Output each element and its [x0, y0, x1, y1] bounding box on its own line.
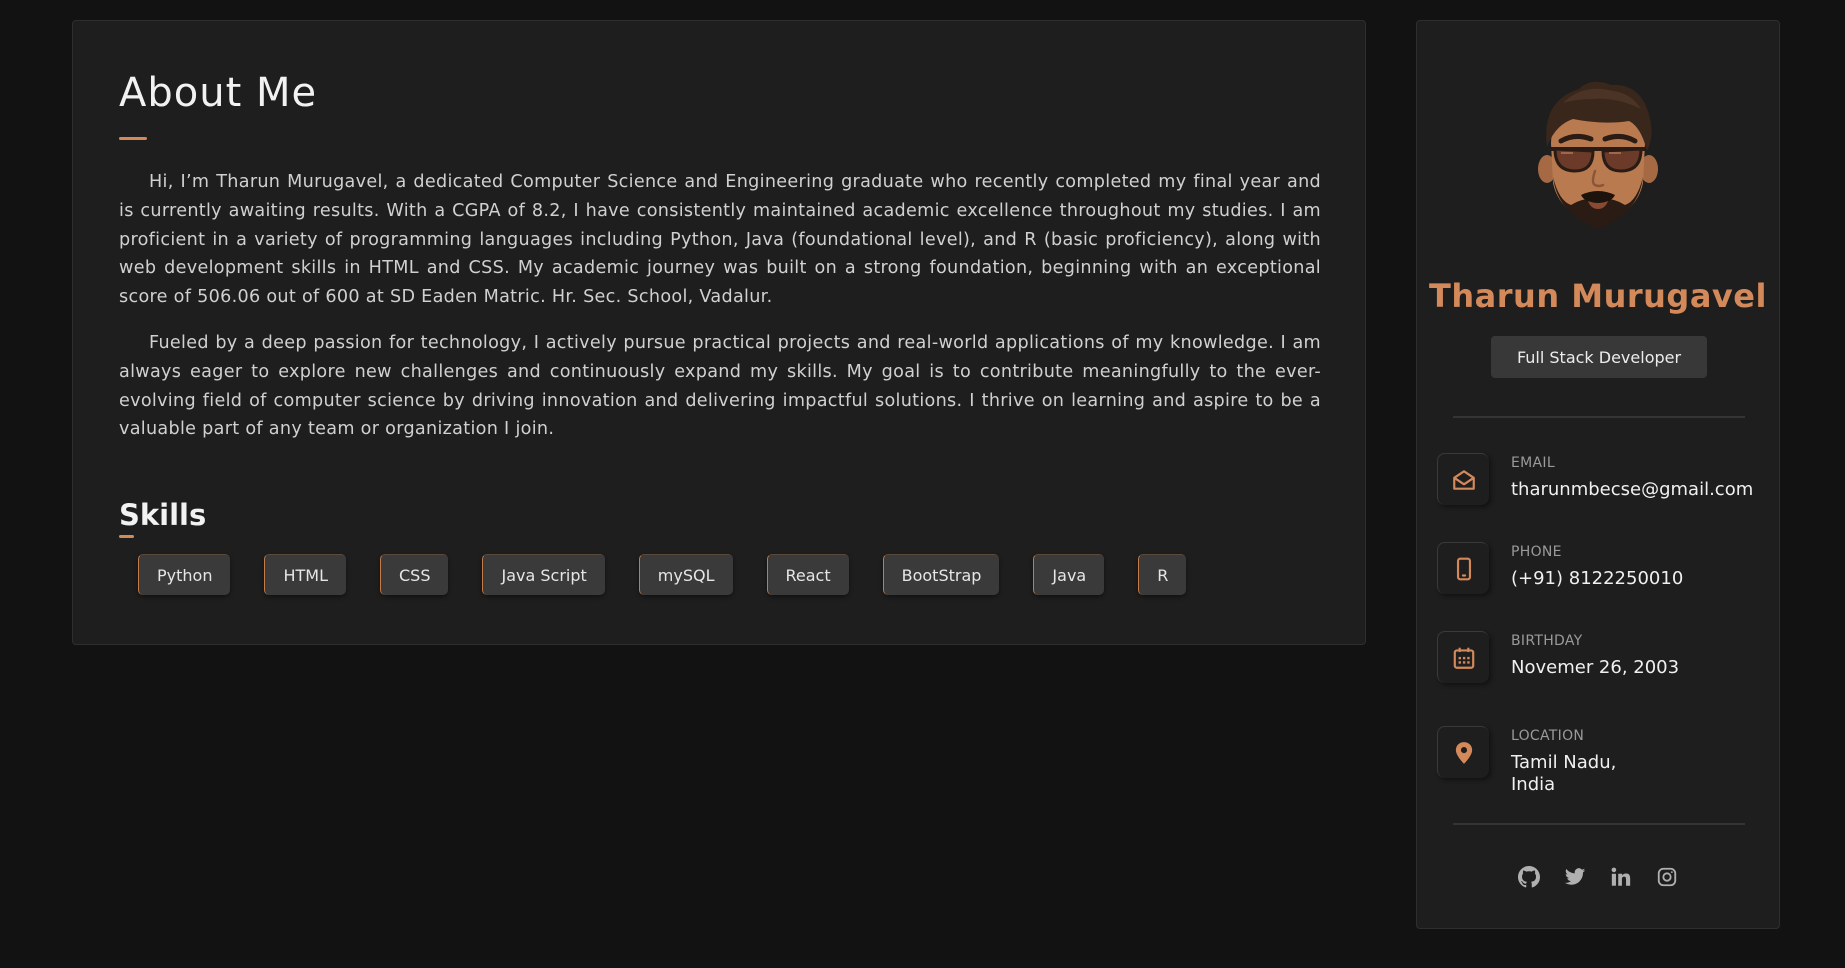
phone-link[interactable]: (+91) 8122250010: [1511, 568, 1771, 590]
divider: [1453, 823, 1745, 825]
instagram-icon[interactable]: [1655, 865, 1679, 889]
profile-sidebar: Tharun Murugavel Full Stack Developer Em…: [1416, 20, 1780, 929]
skill-tag: CSS: [380, 554, 449, 596]
contact-label: Phone: [1511, 544, 1562, 560]
skills-underline: [119, 535, 134, 539]
calendar-icon: [1437, 631, 1489, 683]
skills-title: Skills: [119, 498, 207, 533]
email-link[interactable]: tharunmbecse@gmail.com: [1511, 479, 1771, 501]
about-text: Hi, I’m Tharun Murugavel, a dedicated Co…: [119, 168, 1321, 444]
skill-tag: Java Script: [482, 554, 605, 596]
contact-label: Birthday: [1511, 633, 1583, 649]
linkedin-icon[interactable]: [1609, 865, 1633, 889]
github-icon[interactable]: [1517, 865, 1541, 889]
about-card: About Me Hi, I’m Tharun Murugavel, a ded…: [72, 20, 1366, 645]
twitter-icon[interactable]: [1563, 865, 1587, 889]
about-paragraph-1: Hi, I’m Tharun Murugavel, a dedicated Co…: [119, 172, 1321, 308]
skill-tag: BootStrap: [882, 554, 1000, 596]
page-title: About Me: [119, 70, 318, 116]
contact-value: Tamil Nadu, India: [1511, 752, 1617, 795]
contact-label: Location: [1511, 728, 1585, 744]
skill-tag: mySQL: [638, 554, 733, 596]
skill-tag: HTML: [264, 554, 346, 596]
phone-icon: [1437, 542, 1489, 594]
skill-tag: React: [766, 554, 849, 596]
title-underline: [119, 137, 147, 140]
contact-label: Email: [1511, 455, 1555, 471]
skill-tag: Java: [1033, 554, 1105, 596]
profile-name: Tharun Murugavel: [1429, 277, 1767, 315]
social-links: [1417, 865, 1779, 889]
skill-tag: R: [1138, 554, 1187, 596]
skills-list: Python HTML CSS Java Script mySQL React …: [138, 554, 1319, 596]
skill-tag: Python: [138, 554, 231, 596]
location-pin-icon: [1437, 726, 1489, 778]
about-paragraph-2: Fueled by a deep passion for technology,…: [119, 332, 1321, 440]
contact-value: Novemer 26, 2003: [1511, 657, 1680, 678]
avatar: [1538, 81, 1658, 229]
mail-open-icon: [1437, 453, 1489, 505]
divider: [1453, 416, 1745, 418]
role-badge: Full Stack Developer: [1491, 336, 1707, 378]
